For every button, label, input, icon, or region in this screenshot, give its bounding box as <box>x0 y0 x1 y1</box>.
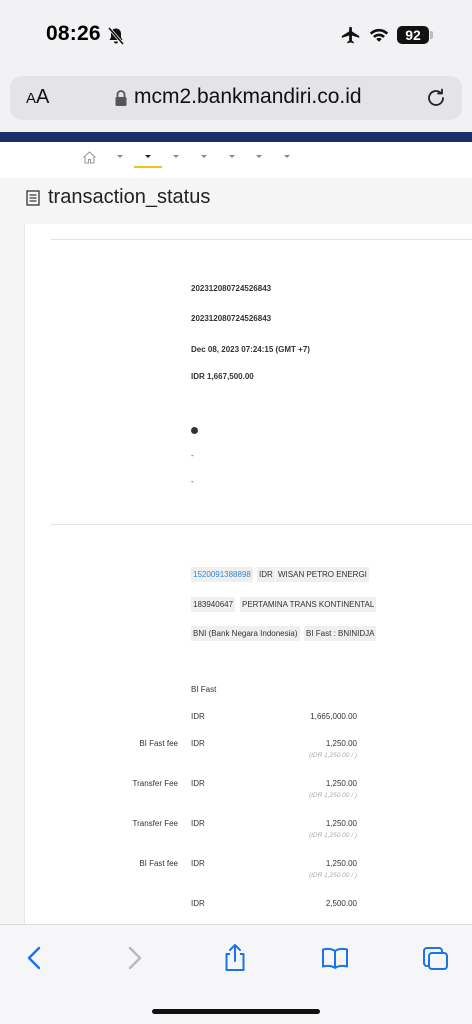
nav-menu-caret-7[interactable] <box>284 155 290 158</box>
status-bar: 08:26 92 <box>0 0 472 70</box>
bank-code: BI Fast : BNINIDJA <box>304 626 377 641</box>
transaction-id: 202312080724526843 <box>191 314 272 323</box>
transfer-method: BI Fast <box>191 685 217 694</box>
section-divider-top <box>51 239 472 240</box>
fee-equivalent: (IDR 1,250.00 / ) <box>308 752 357 759</box>
reference-number: 202312080724526843 <box>191 284 272 293</box>
status-dot <box>191 427 198 434</box>
fee-amount: 1,250.00 <box>325 819 357 828</box>
back-arrow-icon[interactable] <box>19 943 49 973</box>
source-account-name: WISAN PETRO ENERGI <box>276 567 369 582</box>
transaction-datetime: Dec 08, 2023 07:24:15 (GMT +7) <box>191 345 310 354</box>
list-icon <box>26 190 40 206</box>
tabs-icon[interactable] <box>421 943 451 973</box>
wifi-icon <box>369 28 389 42</box>
text-size-large-label: A <box>36 86 50 108</box>
active-tab-underline <box>134 166 162 168</box>
transaction-panel: 202312080724526843 202312080724526843 De… <box>24 224 472 924</box>
fee-amount: 1,250.00 <box>325 859 357 868</box>
beneficiary-name: PERTAMINA TRANS KONTINENTAL <box>240 597 377 612</box>
nav-menu-caret-1[interactable] <box>117 155 123 158</box>
total-fee-amount: 2,500.00 <box>325 899 357 908</box>
nav-menu-caret-2[interactable] <box>145 155 151 158</box>
battery-indicator: 92 <box>397 26 429 44</box>
page-nav <box>0 142 472 178</box>
home-indicator <box>152 1009 320 1014</box>
empty-field-1: - <box>191 451 194 460</box>
fee-equivalent: (IDR 1,250.00 / ) <box>308 792 357 799</box>
browser-top-bar: AA mcm2.bankmandiri.co.id <box>0 70 472 132</box>
principal-amount: 1,665,000.00 <box>310 712 357 721</box>
bell-slash-icon <box>107 27 125 45</box>
fee-equivalent: (IDR 1,250.00 / ) <box>308 872 357 879</box>
nav-menu-caret-3[interactable] <box>173 155 179 158</box>
lock-icon <box>115 90 127 106</box>
fee-amount: 1,250.00 <box>325 739 357 748</box>
fee-equivalent: (IDR 1,250.00 / ) <box>308 832 357 839</box>
page-title: transaction_status <box>48 186 211 208</box>
text-size-small-label: A <box>26 90 37 107</box>
page-body: transaction_status 202312080724526843 20… <box>0 178 472 924</box>
nav-menu-caret-4[interactable] <box>201 155 207 158</box>
source-account-link[interactable]: 1520091388898 <box>191 567 253 582</box>
url-text[interactable]: mcm2.bankmandiri.co.id <box>134 85 362 109</box>
fee-amount: 1,250.00 <box>325 779 357 788</box>
empty-field-2: - <box>191 477 194 486</box>
beneficiary-account: 183940647 <box>191 597 236 612</box>
reload-icon[interactable] <box>424 86 448 110</box>
text-size-button[interactable]: AA <box>26 86 49 109</box>
section-divider-middle <box>51 524 472 525</box>
share-icon[interactable] <box>220 943 250 973</box>
nav-menu-caret-6[interactable] <box>256 155 262 158</box>
battery-tip <box>430 31 433 39</box>
address-bar[interactable]: AA mcm2.bankmandiri.co.id <box>10 76 462 120</box>
book-icon[interactable] <box>320 943 350 973</box>
home-icon[interactable] <box>82 150 97 165</box>
beneficiary-bank: BNI (Bank Negara Indonesia) <box>191 626 300 641</box>
nav-menu-caret-5[interactable] <box>229 155 235 158</box>
browser-toolbar <box>0 924 472 1024</box>
transaction-amount: IDR 1,667,500.00 <box>191 372 254 381</box>
airplane-icon <box>341 26 360 44</box>
status-time: 08:26 <box>46 22 101 45</box>
forward-arrow-icon[interactable] <box>120 943 150 973</box>
header-band <box>0 132 472 142</box>
source-currency: IDR <box>257 567 275 582</box>
